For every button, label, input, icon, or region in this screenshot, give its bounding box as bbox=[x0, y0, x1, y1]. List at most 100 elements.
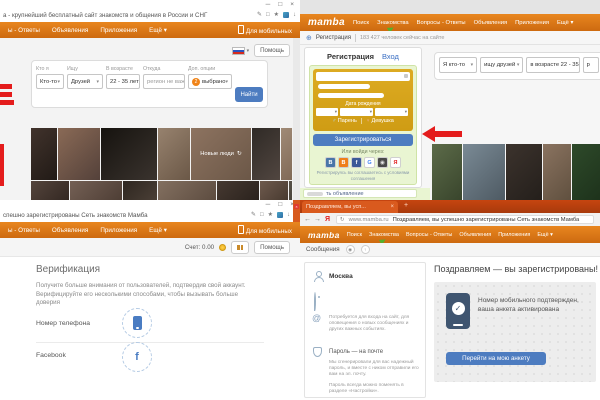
download-icon[interactable] bbox=[287, 212, 290, 218]
who-select[interactable]: Кто-то bbox=[36, 74, 64, 89]
name-input[interactable] bbox=[316, 72, 410, 81]
nav-item-ads[interactable]: Объявления bbox=[459, 232, 491, 238]
profile-photo[interactable] bbox=[506, 144, 542, 200]
profile-photo[interactable] bbox=[572, 144, 600, 200]
age-field[interactable]: в возрасте 22 - 35 лет bbox=[526, 57, 579, 73]
raise-profile-button[interactable] bbox=[361, 245, 370, 254]
search-button[interactable]: Найти bbox=[235, 87, 263, 102]
google-icon[interactable]: G bbox=[364, 157, 375, 168]
url-field[interactable]: www.mamba.ru Поздравляем, вы успешно зар… bbox=[336, 215, 594, 224]
who-select[interactable]: Я кто-то bbox=[439, 57, 477, 73]
maximize-icon[interactable] bbox=[278, 202, 282, 209]
nav-item-apps[interactable]: Приложения bbox=[515, 20, 549, 26]
close-tab-icon[interactable] bbox=[390, 204, 394, 210]
mamba-logo[interactable]: mamba bbox=[308, 230, 340, 240]
profile-photo[interactable] bbox=[101, 128, 157, 180]
year-select[interactable] bbox=[375, 108, 408, 116]
profile-photo[interactable] bbox=[217, 181, 259, 200]
download-icon[interactable] bbox=[293, 12, 296, 18]
frame-icon[interactable] bbox=[260, 212, 264, 218]
profile-photo[interactable] bbox=[31, 128, 57, 180]
browser-tab[interactable]: Поздравляем, вы усп... bbox=[302, 201, 398, 213]
profile-photo[interactable] bbox=[158, 128, 190, 180]
messages-link[interactable]: Сообщения bbox=[306, 246, 340, 253]
profile-photo[interactable] bbox=[289, 181, 292, 200]
gifts-button[interactable] bbox=[231, 241, 249, 254]
profile-photo[interactable] bbox=[260, 181, 288, 200]
verify-phone-button[interactable] bbox=[122, 308, 152, 338]
visitors-button[interactable] bbox=[346, 245, 355, 254]
nav-item-qa[interactable]: Вопросы - Ответы bbox=[417, 20, 466, 26]
profile-photo[interactable] bbox=[543, 144, 571, 200]
gender-female-radio[interactable]: Девушка bbox=[366, 118, 394, 124]
register-link[interactable]: Регистрация bbox=[316, 35, 351, 41]
edit-icon[interactable] bbox=[257, 11, 262, 18]
nav-item-qa[interactable]: Вопросы - Ответы bbox=[406, 232, 452, 238]
nav-item-search[interactable]: Поиск bbox=[347, 232, 362, 238]
go-to-profile-button[interactable]: Перейти на мою анкету bbox=[446, 352, 546, 365]
nav-item-answers[interactable]: ы - Ответы bbox=[8, 27, 40, 34]
nav-item-more[interactable]: Ещё ▾ bbox=[149, 227, 167, 234]
verify-facebook-button[interactable] bbox=[122, 342, 152, 372]
maximize-icon[interactable] bbox=[278, 2, 282, 9]
post-ad-link[interactable]: ть объявление bbox=[303, 189, 417, 198]
nav-item-apps[interactable]: Приложения bbox=[100, 227, 137, 234]
gender-male-radio[interactable]: Парень bbox=[332, 118, 357, 124]
new-people-tile[interactable]: Новые люди bbox=[191, 128, 251, 180]
mamba-logo[interactable]: mamba bbox=[308, 17, 345, 28]
nav-item-ads[interactable]: Объявления bbox=[52, 227, 88, 234]
day-select[interactable] bbox=[316, 108, 338, 116]
seek-select[interactable]: ищу друзей bbox=[480, 57, 523, 73]
odnoklassniki-icon[interactable]: В bbox=[338, 157, 349, 168]
yandex-icon[interactable] bbox=[325, 216, 330, 223]
refresh-icon[interactable] bbox=[237, 151, 242, 157]
region-field[interactable]: р bbox=[583, 57, 599, 73]
nav-item-ads[interactable]: Объявления bbox=[52, 27, 88, 34]
language-select[interactable] bbox=[232, 47, 250, 55]
bookmark-icon[interactable] bbox=[268, 211, 273, 218]
help-button[interactable]: Помощь bbox=[254, 44, 290, 57]
help-button[interactable]: Помощь bbox=[254, 241, 290, 254]
nav-item-answers[interactable]: ы - Ответы bbox=[8, 227, 40, 234]
bookmark-icon[interactable] bbox=[274, 11, 279, 18]
profile-photo[interactable] bbox=[463, 144, 505, 200]
nav-item-ads[interactable]: Объявления bbox=[474, 20, 508, 26]
register-button[interactable]: Зарегистрироваться bbox=[313, 134, 413, 146]
nav-item-more[interactable]: Ещё ▾ bbox=[537, 232, 553, 238]
extension-icon[interactable] bbox=[277, 212, 283, 218]
profile-photo[interactable] bbox=[31, 181, 69, 200]
profile-photo[interactable] bbox=[158, 181, 216, 200]
forward-icon[interactable] bbox=[314, 216, 321, 223]
profile-photo[interactable] bbox=[58, 128, 100, 180]
scrollbar[interactable] bbox=[293, 38, 300, 200]
seek-select[interactable]: Друзей bbox=[67, 74, 103, 89]
refresh-icon[interactable] bbox=[340, 217, 345, 223]
month-select[interactable] bbox=[340, 108, 373, 116]
options-select[interactable]: 2выбрано bbox=[188, 74, 232, 89]
mobile-link[interactable]: Для мобильных bbox=[238, 225, 292, 235]
profile-photo[interactable] bbox=[432, 144, 462, 200]
profile-photo[interactable] bbox=[123, 181, 157, 200]
nav-item-more[interactable]: Ещё ▾ bbox=[149, 27, 167, 34]
frame-icon[interactable] bbox=[266, 12, 270, 18]
close-icon[interactable] bbox=[294, 204, 299, 209]
tab-register[interactable]: Регистрация bbox=[327, 52, 374, 61]
close-icon[interactable] bbox=[290, 2, 294, 9]
new-tab-icon[interactable] bbox=[404, 202, 408, 209]
nav-item-search[interactable]: Поиск bbox=[353, 20, 369, 26]
facebook-icon[interactable]: f bbox=[351, 157, 362, 168]
profile-photo[interactable] bbox=[70, 181, 122, 200]
mobile-link[interactable]: Для мобильных bbox=[238, 25, 292, 35]
age-field[interactable]: 22 - 35 лет bbox=[106, 74, 140, 89]
nav-item-more[interactable]: Ещё ▾ bbox=[557, 20, 573, 26]
region-field[interactable]: регион не важен bbox=[143, 74, 185, 89]
vk-icon[interactable]: В bbox=[325, 157, 336, 168]
nav-item-dating[interactable]: Знакомства bbox=[377, 20, 409, 26]
yandex-icon[interactable]: Я bbox=[390, 157, 401, 168]
back-icon[interactable] bbox=[304, 216, 311, 223]
edit-icon[interactable] bbox=[251, 211, 256, 218]
profile-photo[interactable] bbox=[281, 128, 292, 180]
minimize-icon[interactable] bbox=[266, 202, 271, 209]
nav-item-apps[interactable]: Приложения bbox=[100, 27, 137, 34]
instagram-icon[interactable]: ◉ bbox=[377, 157, 388, 168]
